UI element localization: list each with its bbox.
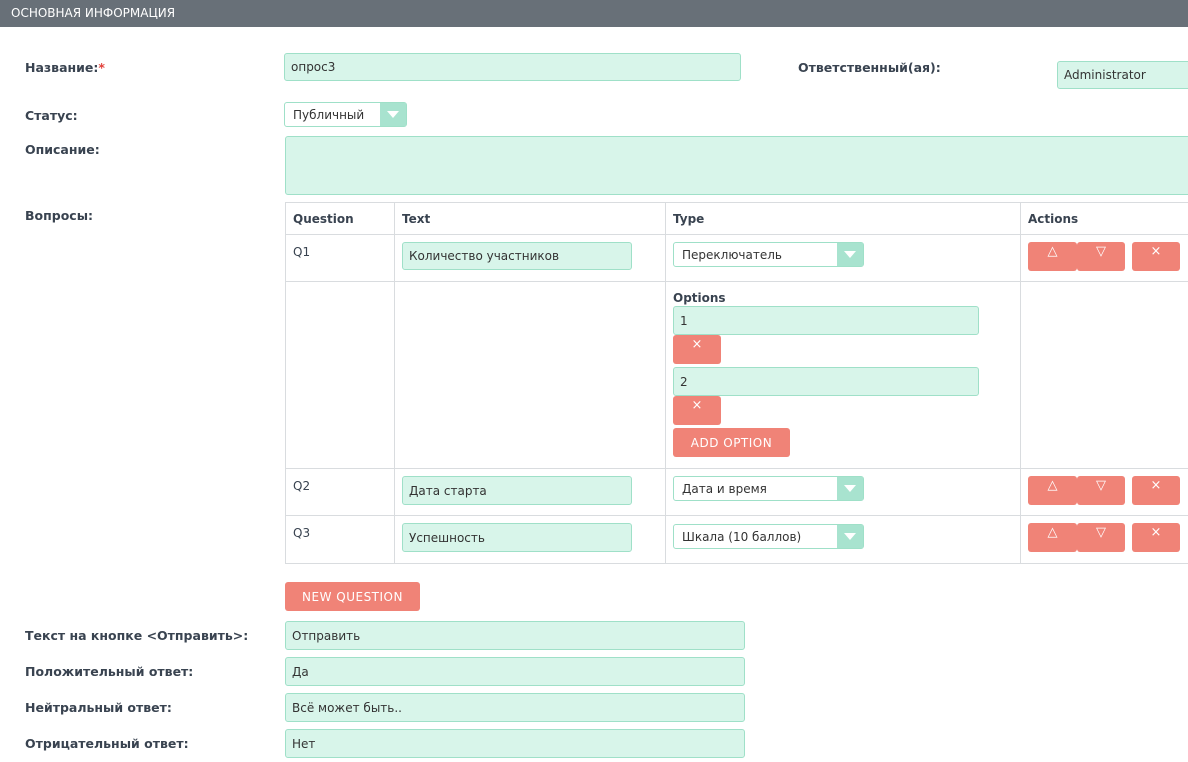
add-option-button[interactable]: ADD OPTION [673,428,790,457]
status-label: Статус: [25,108,78,123]
column-header-type: Type [673,212,705,226]
name-label: Название:* [25,60,105,75]
question-type-value: Переключатель [682,247,782,262]
positive-answer-label: Положительный ответ: [25,664,194,679]
description-label: Описание: [25,142,100,157]
move-down-button[interactable]: ▽ [1077,242,1125,271]
negative-answer-label: Отрицательный ответ: [25,736,189,751]
submit-text-label: Текст на кнопке <Отправить>: [25,628,249,643]
section-header: ОСНОВНАЯ ИНФОРМАЦИЯ [0,0,1188,27]
question-id: Q3 [293,526,311,540]
question-type-select[interactable]: Переключатель [673,242,864,267]
arrow-up-icon: △ [1047,244,1058,259]
table-column-divider [394,202,395,564]
arrow-down-icon: ▽ [1096,244,1106,259]
required-mark: * [98,60,105,75]
remove-question-button[interactable]: × [1132,476,1180,505]
table-column-divider [1020,202,1021,564]
arrow-up-icon: △ [1047,525,1058,540]
remove-option-button[interactable]: × [673,396,721,425]
chevron-down-icon[interactable] [837,477,863,500]
add-option-label: ADD OPTION [690,435,773,450]
table-column-divider [665,202,666,564]
remove-question-button[interactable]: × [1132,523,1180,552]
submit-text-input[interactable]: Отправить [285,621,745,650]
status-select[interactable]: Публичный [284,102,407,127]
new-question-label: NEW QUESTION [302,589,403,604]
table-border-top [285,202,1188,203]
remove-question-button[interactable]: × [1132,242,1180,271]
chevron-down-icon[interactable] [837,243,863,266]
negative-answer-input[interactable]: Нет [285,729,745,758]
assigned-input[interactable]: Administrator [1057,61,1188,89]
options-label: Options [673,291,726,305]
arrow-down-icon: ▽ [1096,478,1106,493]
name-label-text: Название: [25,60,99,75]
move-up-button[interactable]: △ [1028,242,1077,271]
name-input[interactable]: опрос3 [284,53,741,81]
table-row-divider [285,515,1188,516]
table-header-divider [285,234,1188,235]
column-header-actions: Actions [1028,212,1079,226]
move-down-button[interactable]: ▽ [1077,523,1125,552]
close-icon: × [1150,478,1162,493]
close-icon: × [691,337,703,352]
column-header-question: Question [293,212,354,226]
question-text-input[interactable]: Количество участников [402,242,632,270]
status-select-value: Публичный [293,107,365,122]
positive-answer-input[interactable]: Да [285,657,745,686]
question-id: Q1 [293,245,311,259]
chevron-down-icon[interactable] [380,103,406,126]
option-input[interactable]: 2 [673,367,979,396]
chevron-down-icon[interactable] [837,525,863,548]
column-header-text: Text [402,212,431,226]
remove-option-button[interactable]: × [673,335,721,364]
new-question-button[interactable]: NEW QUESTION [285,582,420,611]
description-textarea[interactable] [285,136,1188,195]
question-id: Q2 [293,479,311,493]
move-up-button[interactable]: △ [1028,476,1077,505]
option-input[interactable]: 1 [673,306,979,335]
move-down-button[interactable]: ▽ [1077,476,1125,505]
question-type-value: Шкала (10 баллов) [682,529,802,544]
close-icon: × [1150,525,1162,540]
close-icon: × [1150,244,1162,259]
question-text-input[interactable]: Дата старта [402,476,632,505]
close-icon: × [691,398,703,413]
neutral-answer-label: Нейтральный ответ: [25,700,172,715]
table-border-left [285,202,286,564]
arrow-down-icon: ▽ [1096,525,1106,540]
question-type-select[interactable]: Шкала (10 баллов) [673,524,864,549]
question-type-select[interactable]: Дата и время [673,476,864,501]
table-row-divider [285,281,1188,282]
table-border-bottom [285,563,1188,564]
assigned-label: Ответственный(ая): [798,60,941,75]
question-type-value: Дата и время [682,481,767,496]
question-text-input[interactable]: Успешность [402,523,632,552]
neutral-answer-input[interactable]: Всё может быть.. [285,693,745,722]
questions-label: Вопросы: [25,208,93,223]
table-row-divider [285,468,1188,469]
move-up-button[interactable]: △ [1028,523,1077,552]
arrow-up-icon: △ [1047,478,1058,493]
